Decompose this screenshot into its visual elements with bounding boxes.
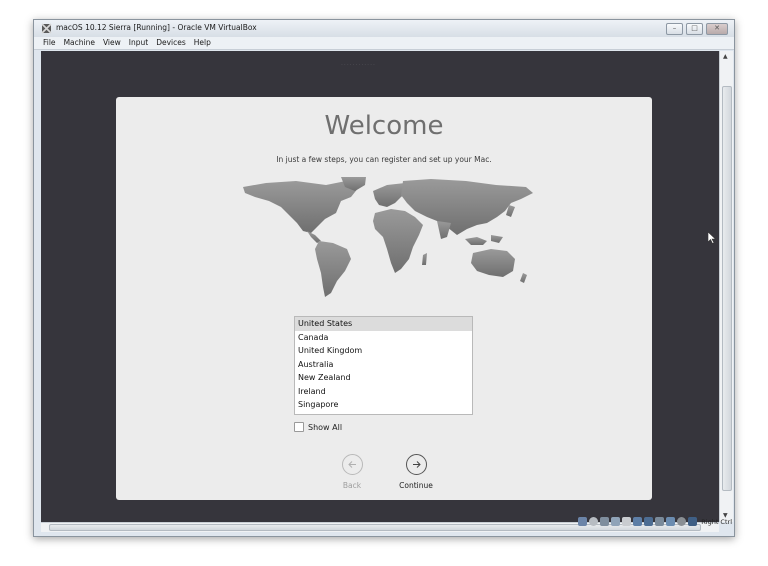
maximize-button[interactable]: □: [686, 23, 703, 35]
window-controls: – □ ✕: [666, 23, 728, 35]
mouse-cursor-icon: [708, 232, 716, 244]
continue-label: Continue: [399, 481, 433, 490]
vm-display[interactable]: ············ Welcome In just a few steps…: [41, 51, 719, 522]
welcome-heading: Welcome: [324, 111, 444, 141]
back-label: Back: [342, 481, 362, 490]
menu-devices[interactable]: Devices: [156, 37, 186, 49]
country-item-singapore[interactable]: Singapore: [295, 398, 472, 412]
minimize-button[interactable]: –: [666, 23, 683, 35]
scroll-up-icon[interactable]: ▲: [723, 53, 728, 60]
virtualbox-app-icon: [41, 23, 52, 34]
country-item-united-kingdom[interactable]: United Kingdom: [295, 344, 472, 358]
country-list[interactable]: United States Canada United Kingdom Aust…: [294, 316, 473, 415]
window-title: macOS 10.12 Sierra [Running] - Oracle VM…: [56, 23, 257, 32]
vm-top-texture: ············: [341, 62, 376, 69]
hard-disk-icon[interactable]: [578, 517, 588, 526]
back-arrow-icon: [341, 454, 363, 475]
usb-icon[interactable]: [622, 517, 632, 526]
close-button[interactable]: ✕: [706, 23, 728, 35]
country-item-australia[interactable]: Australia: [295, 358, 472, 372]
menu-view[interactable]: View: [103, 37, 121, 49]
title-bar[interactable]: macOS 10.12 Sierra [Running] - Oracle VM…: [34, 20, 734, 37]
continue-arrow-icon: [405, 454, 427, 475]
country-item-united-states[interactable]: United States: [295, 317, 472, 331]
vertical-scrollbar[interactable]: ▲ ▼: [719, 51, 733, 522]
show-all-option[interactable]: Show All: [294, 422, 342, 432]
setup-assistant-dialog: Welcome In just a few steps, you can reg…: [116, 97, 652, 500]
keyboard-icon[interactable]: [688, 517, 698, 526]
menu-machine[interactable]: Machine: [64, 37, 95, 49]
menu-help[interactable]: Help: [194, 37, 211, 49]
welcome-subtitle: In just a few steps, you can register an…: [276, 155, 492, 164]
country-item-new-zealand[interactable]: New Zealand: [295, 371, 472, 385]
cpu-icon[interactable]: [666, 517, 676, 526]
optical-drive-icon[interactable]: [589, 517, 599, 526]
network-icon[interactable]: [611, 517, 621, 526]
world-map-image: [243, 177, 533, 297]
show-all-checkbox[interactable]: [294, 422, 304, 432]
menu-file[interactable]: File: [43, 37, 56, 49]
status-bar: Right Ctrl: [578, 517, 732, 526]
audio-icon[interactable]: [600, 517, 610, 526]
show-all-label: Show All: [308, 422, 343, 432]
display-icon[interactable]: [644, 517, 654, 526]
mouse-integration-icon[interactable]: [677, 517, 687, 526]
virtualbox-window: macOS 10.12 Sierra [Running] - Oracle VM…: [33, 19, 735, 537]
continue-button[interactable]: Continue: [396, 454, 436, 490]
video-capture-icon[interactable]: [655, 517, 665, 526]
shared-folders-icon[interactable]: [633, 517, 643, 526]
country-item-canada[interactable]: Canada: [295, 331, 472, 345]
country-item-ireland[interactable]: Ireland: [295, 385, 472, 399]
menu-bar: File Machine View Input Devices Help: [34, 37, 734, 50]
back-button[interactable]: Back: [332, 454, 372, 490]
host-key-label: Right Ctrl: [701, 517, 732, 526]
menu-input[interactable]: Input: [129, 37, 148, 49]
vertical-scroll-thumb[interactable]: [722, 86, 732, 491]
